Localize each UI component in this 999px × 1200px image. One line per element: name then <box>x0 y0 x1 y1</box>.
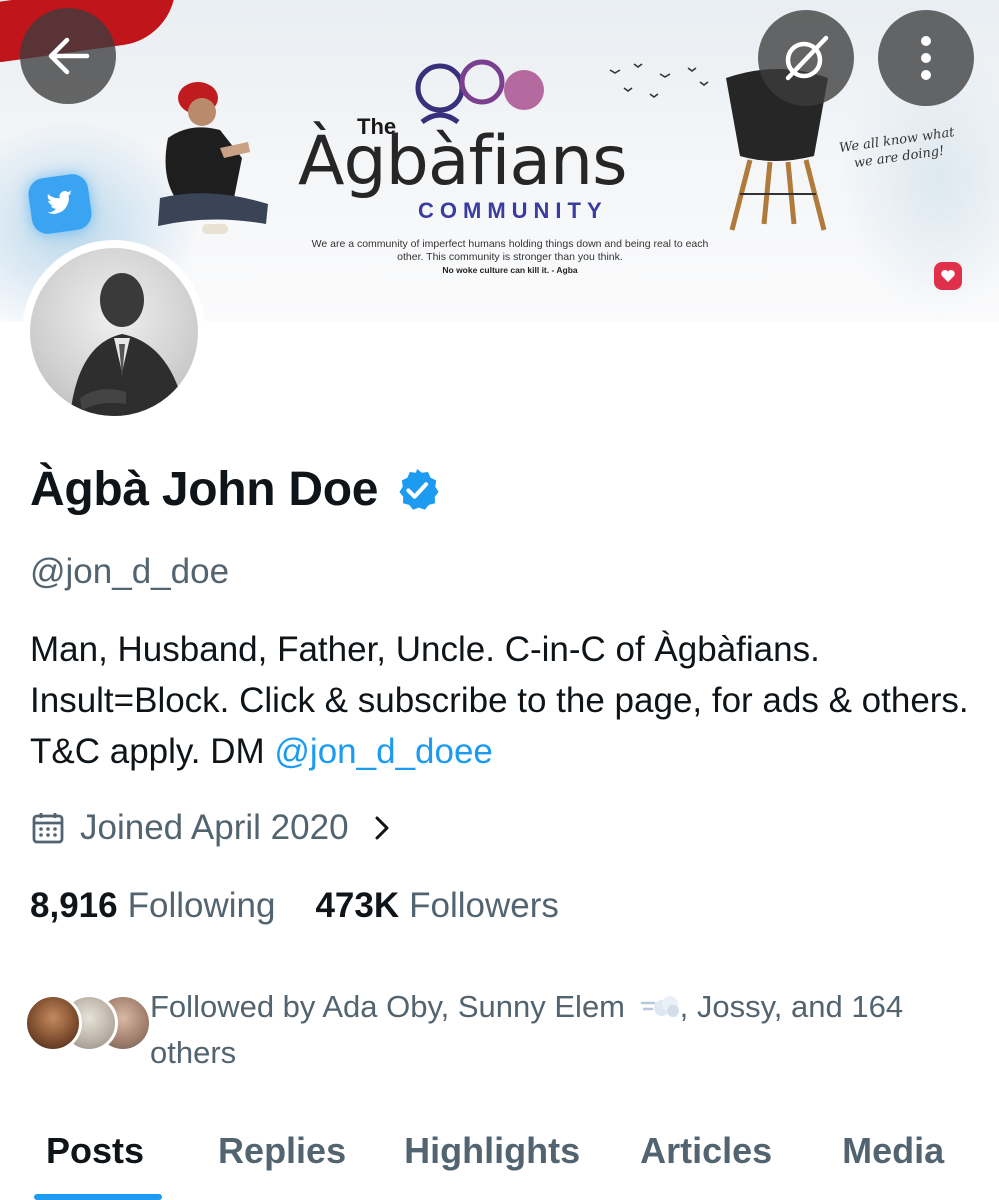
bird-logo-icon <box>26 172 94 236</box>
dash-cloud-emoji-icon <box>640 996 679 1017</box>
banner-faces-illustration <box>415 59 544 125</box>
followed-by-prefix: Followed by Ada Oby, Sunny Elem <box>150 989 634 1024</box>
banner-tagline: We are a community of imperfect humans h… <box>311 238 709 263</box>
banner-birds-illustration <box>609 63 709 98</box>
tab-highlights[interactable]: Highlights <box>404 1130 580 1200</box>
name-row: Àgbà John Doe <box>30 462 440 517</box>
chevron-right-icon <box>375 816 389 840</box>
bio-mention-link[interactable]: @jon_d_doee <box>274 732 493 771</box>
followed-by-text: Followed by Ada Oby, Sunny Elem , Jossy,… <box>150 984 980 1076</box>
joined-date-row[interactable]: Joined April 2020 <box>30 808 395 848</box>
profile-avatar[interactable] <box>22 240 206 424</box>
back-button[interactable] <box>20 8 116 104</box>
active-tab-indicator <box>34 1194 162 1200</box>
arrow-left-icon <box>48 37 90 75</box>
more-vertical-icon <box>921 36 931 80</box>
follow-stats: 8,916 Following 473K Followers <box>30 886 559 926</box>
profile-tabs: Posts Replies Highlights Articles Media <box>0 1130 999 1200</box>
profile-handle: @jon_d_doe <box>30 552 230 591</box>
tab-media[interactable]: Media <box>842 1130 944 1200</box>
verified-badge-icon[interactable] <box>394 467 440 513</box>
more-options-button[interactable] <box>878 10 974 106</box>
followers-label: Followers <box>409 886 559 925</box>
followers-stat[interactable]: 473K Followers <box>315 886 558 926</box>
following-count: 8,916 <box>30 886 118 925</box>
grok-button[interactable] <box>758 10 854 106</box>
grok-icon <box>785 35 829 81</box>
following-stat[interactable]: 8,916 Following <box>30 886 275 926</box>
joined-date-text: Joined April 2020 <box>80 808 349 847</box>
avatar-photo <box>30 248 198 416</box>
tab-replies[interactable]: Replies <box>218 1130 346 1200</box>
banner-logo-title: Àgbàfians <box>298 122 628 201</box>
tab-articles[interactable]: Articles <box>640 1130 772 1200</box>
following-label: Following <box>127 886 276 925</box>
display-name: Àgbà John Doe <box>30 463 379 516</box>
tab-posts[interactable]: Posts <box>46 1130 144 1200</box>
followed-by-avatars <box>24 994 152 1058</box>
banner-logo-subtitle: COMMUNITY <box>418 198 608 223</box>
heart-icon <box>934 262 962 290</box>
avatar <box>24 994 82 1052</box>
followed-by-row[interactable]: Followed by Ada Oby, Sunny Elem , Jossy,… <box>24 984 980 1076</box>
banner-tagline-bold: No woke culture can kill it. - Agba <box>442 265 578 275</box>
followers-count: 473K <box>315 886 400 925</box>
banner-man-illustration <box>158 82 268 234</box>
profile-bio: Man, Husband, Father, Uncle. C-in-C of À… <box>30 624 980 777</box>
calendar-icon <box>32 813 64 844</box>
bio-text: Man, Husband, Father, Uncle. C-in-C of À… <box>30 630 969 771</box>
